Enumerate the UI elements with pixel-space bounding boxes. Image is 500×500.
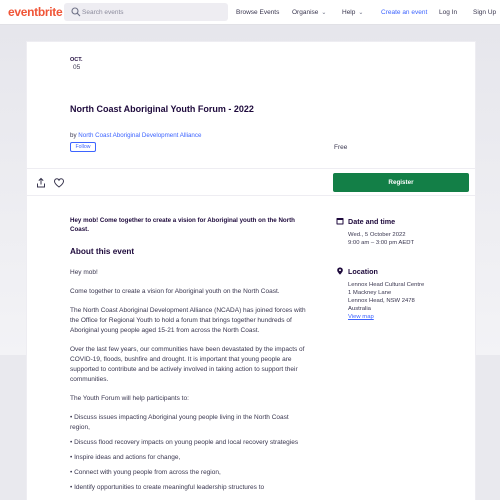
chevron-down-icon: ⌄ xyxy=(358,10,364,16)
venue-name: Lennox Head Cultural Centre xyxy=(348,282,425,288)
description-bullet: • Inspire ideas and actions for change, xyxy=(70,454,181,461)
venue-city: Lennox Head, NSW 2478 xyxy=(348,298,415,304)
event-description: Hey mob! Come together to create a visio… xyxy=(70,268,306,498)
description-bullet: • Connect with young people from across … xyxy=(70,469,221,476)
heart-icon[interactable] xyxy=(53,177,65,189)
chevron-down-icon: ⌄ xyxy=(321,10,327,16)
description-bullet: • Identify opportunities to create meani… xyxy=(70,484,265,491)
event-time: 9:00 am – 3:00 pm AEDT xyxy=(348,240,415,246)
description-paragraph: The Youth Forum will help participants t… xyxy=(70,395,189,402)
location-pin-icon xyxy=(337,267,343,275)
description-paragraph: Come together to create a vision for Abo… xyxy=(70,288,280,295)
action-bar: Register xyxy=(27,168,475,196)
organizer-line: by North Coast Aboriginal Development Al… xyxy=(70,132,201,139)
search-box[interactable] xyxy=(64,3,228,21)
organizer-link[interactable]: North Coast Aboriginal Development Allia… xyxy=(78,132,201,139)
nav-sign-up[interactable]: Sign Up xyxy=(473,9,496,16)
share-icon[interactable] xyxy=(35,177,47,189)
venue-street: 1 Mackney Lane xyxy=(348,290,392,296)
nav-create-event[interactable]: Create an event xyxy=(381,9,427,16)
nav-browse-events[interactable]: Browse Events xyxy=(236,9,279,16)
search-input[interactable] xyxy=(82,4,222,20)
description-paragraph: Hey mob! xyxy=(70,269,98,276)
nav-help-label: Help xyxy=(342,9,356,16)
about-heading: About this event xyxy=(70,247,135,256)
event-date-day: 05 xyxy=(73,64,81,71)
event-card: OCT. 05 North Coast Aboriginal Youth For… xyxy=(26,41,476,500)
description-paragraph: Over the last few years, our communities… xyxy=(70,346,305,383)
nav-log-in[interactable]: Log In xyxy=(439,9,457,16)
calendar-icon xyxy=(336,218,344,225)
nav-help[interactable]: Help ⌄ xyxy=(342,9,363,16)
nav-organise-label: Organise xyxy=(292,9,319,16)
view-map-link[interactable]: View map xyxy=(348,314,374,320)
ticket-price: Free xyxy=(334,144,348,151)
location-heading: Location xyxy=(348,267,378,276)
event-summary: Hey mob! Come together to create a visio… xyxy=(70,217,295,233)
nav-organise[interactable]: Organise ⌄ xyxy=(292,9,326,16)
event-date-month: OCT. xyxy=(70,57,83,63)
by-prefix: by xyxy=(70,132,77,139)
search-icon xyxy=(71,7,81,17)
date-time-heading: Date and time xyxy=(348,217,396,226)
description-bullet: • Discuss flood recovery impacts on youn… xyxy=(70,439,299,446)
eventbrite-logo[interactable]: eventbrite xyxy=(8,5,63,19)
description-paragraph: The North Coast Aboriginal Development A… xyxy=(70,307,306,334)
top-navigation: eventbrite Browse Events Organise⌄ Help⌄… xyxy=(0,0,500,25)
event-title: North Coast Aboriginal Youth Forum - 202… xyxy=(70,104,254,114)
description-bullet: • Discuss issues impacting Aboriginal yo… xyxy=(70,414,289,431)
venue-country: Australia xyxy=(348,306,371,312)
register-button[interactable]: Register xyxy=(333,173,469,192)
follow-button[interactable]: Follow xyxy=(70,142,96,152)
event-date: Wed., 5 October 2022 xyxy=(348,232,406,238)
